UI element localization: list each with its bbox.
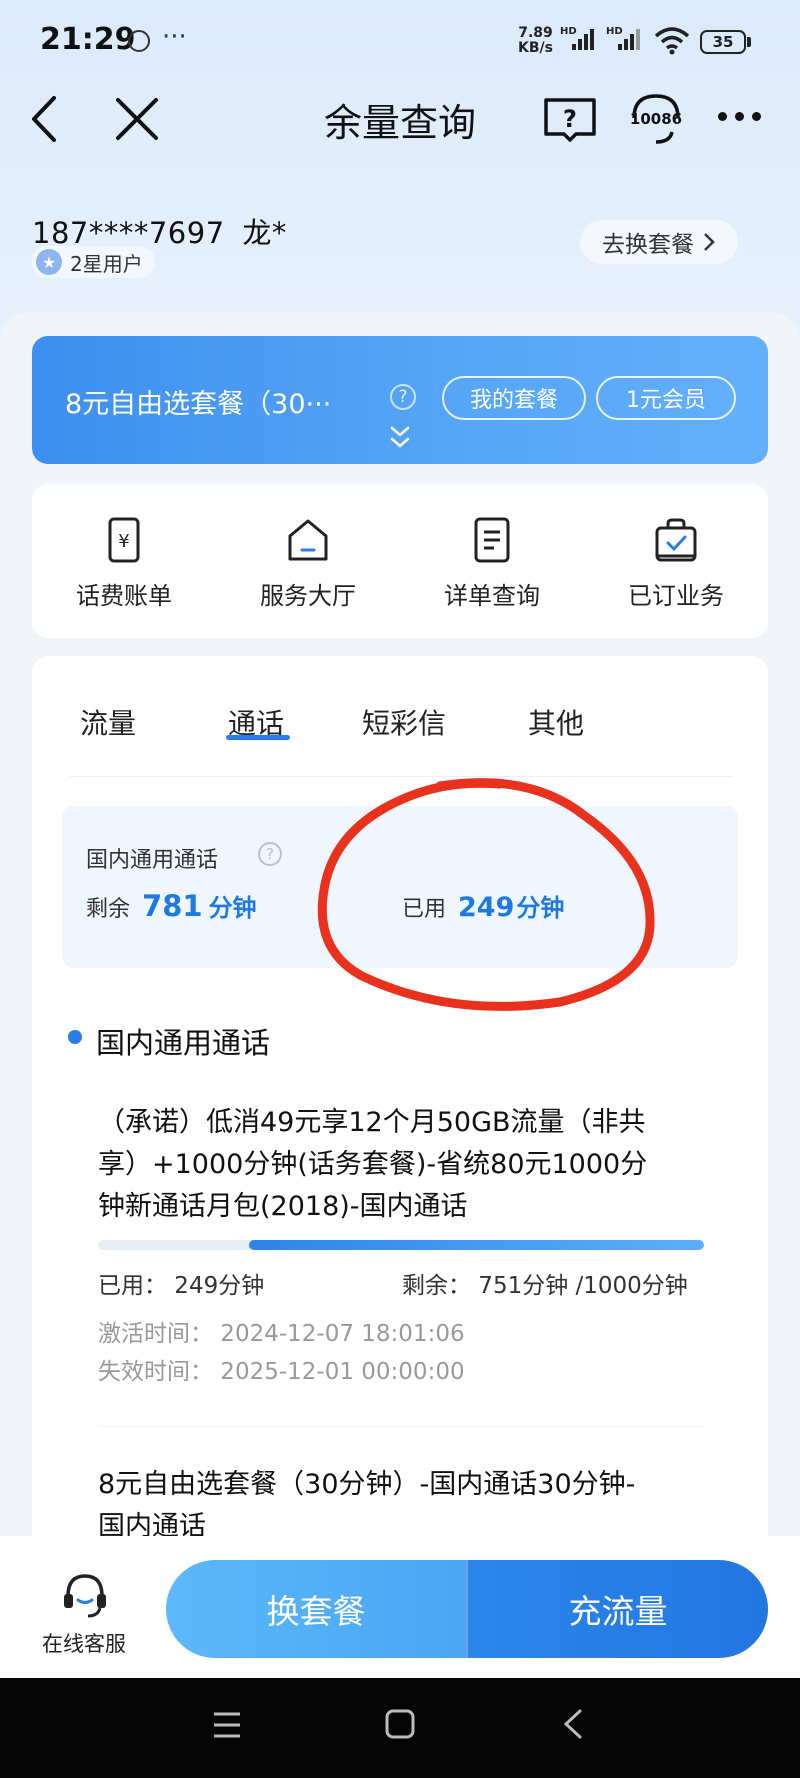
back-nav-icon[interactable] [560, 1708, 586, 1740]
member-label: 1元会员 [626, 388, 706, 413]
quick-action-label: 已订业务 [628, 582, 724, 610]
hotline-number: 10086 [629, 110, 683, 128]
remaining-value: 781 [142, 889, 203, 923]
net-speed: 7.89 KB/s [518, 26, 553, 56]
change-plan-link[interactable]: 去换套餐 [580, 220, 738, 264]
user-level-badge: ★ 2星用户 [32, 246, 155, 278]
tab-data[interactable]: 流量 [80, 702, 136, 742]
plan-help-icon[interactable]: ? [390, 384, 416, 410]
quick-action-details[interactable]: 详单查询 [400, 484, 584, 638]
quick-action-label: 详单查询 [444, 582, 540, 610]
cta-group: 换套餐 充流量 [166, 1560, 768, 1658]
battery-icon: 35 [700, 30, 746, 54]
section-title: 国内通用通话 [96, 1026, 271, 1060]
status-time: 21:29 [40, 22, 136, 57]
user-level: 2星用户 [70, 251, 143, 276]
package-1-line-1: （承诺）低消49元享12个月50GB流量（非共 [98, 1107, 646, 1138]
user-name: 龙* [242, 216, 287, 250]
more-icon[interactable] [718, 112, 761, 121]
change-plan-button-label: 换套餐 [266, 1592, 366, 1631]
battery-tip [747, 37, 751, 47]
signal-1-icon: HD [560, 26, 594, 50]
quick-action-bill[interactable]: ¥ 话费账单 [32, 484, 216, 638]
package-1-used: 已用： 249分钟 [98, 1273, 265, 1299]
package-1-line-2: 享）+1000分钟(话务套餐)-省统80元1000分 [98, 1149, 648, 1180]
package-2-line-1: 8元自由选套餐（30分钟）-国内通话30分钟- [98, 1469, 636, 1500]
subscribed-icon [655, 518, 697, 562]
wifi-icon [654, 27, 690, 55]
status-more-icon: ··· [162, 22, 187, 52]
tab-other[interactable]: 其他 [528, 702, 584, 742]
top-up-data-button[interactable]: 充流量 [466, 1560, 768, 1658]
star-icon: ★ [36, 249, 62, 275]
active-tab-indicator [226, 735, 290, 740]
system-nav-bar [0, 1678, 800, 1778]
quick-action-label: 话费账单 [76, 582, 172, 610]
quick-action-subscribed[interactable]: 已订业务 [584, 484, 768, 638]
annotation-circle [317, 778, 655, 1011]
package-1-expiry: 失效时间： 2025-12-01 00:00:00 [98, 1359, 465, 1385]
svg-text:¥: ¥ [118, 531, 129, 552]
quick-action-service-hall[interactable]: 服务大厅 [216, 484, 400, 638]
signal-2-icon: HD [606, 26, 640, 50]
remaining-label: 剩余 [86, 897, 131, 922]
change-plan-button[interactable]: 换套餐 [166, 1560, 466, 1658]
svg-text:?: ? [563, 105, 577, 133]
net-speed-unit: KB/s [518, 40, 553, 56]
member-button[interactable]: 1元会员 [596, 376, 736, 420]
package-1-activation: 激活时间： 2024-12-07 18:01:06 [98, 1321, 465, 1347]
package-1-description: （承诺）低消49元享12个月50GB流量（非共 享）+1000分钟(话务套餐)-… [98, 1102, 708, 1228]
net-speed-value: 7.89 [518, 25, 553, 41]
plan-name: 8元自由选套餐（30··· [65, 389, 332, 420]
package-1-remaining: 剩余： 751分钟 /1000分钟 [402, 1273, 688, 1299]
remaining-unit: 分钟 [208, 894, 257, 922]
package-1-line-3: 钟新通话月包(2018)-国内通话 [98, 1191, 468, 1222]
my-plan-label: 我的套餐 [469, 388, 558, 413]
quick-action-label: 服务大厅 [260, 582, 356, 610]
change-plan-label: 去换套餐 [602, 232, 694, 258]
chevron-right-icon [704, 233, 715, 251]
summary-help-icon[interactable]: ? [258, 842, 282, 866]
package-1-progress [98, 1240, 704, 1250]
hotline-button[interactable]: 10086 [626, 92, 686, 148]
my-plan-button[interactable]: 我的套餐 [442, 376, 586, 420]
help-book-icon[interactable]: ? [542, 96, 598, 142]
package-1-progress-fill [248, 1240, 704, 1250]
battery-level: 35 [712, 33, 734, 51]
status-bar: 21:29 ··· 7.89 KB/s HD HD 35 [0, 0, 800, 80]
top-up-data-label: 充流量 [568, 1592, 668, 1631]
list-icon [474, 517, 510, 563]
summary-remaining: 剩余 781 分钟 [86, 888, 257, 923]
bill-icon: ¥ [108, 517, 140, 563]
expand-chevron-icon[interactable] [388, 424, 412, 452]
quick-actions-card: ¥ 话费账单 服务大厅 详单查询 已订业务 [32, 484, 768, 638]
user-phone: 187****7697 [32, 216, 225, 250]
home-icon [288, 519, 328, 561]
summary-title: 国内通用通话 [86, 848, 219, 873]
menu-icon[interactable] [212, 1710, 242, 1740]
customer-service-label[interactable]: 在线客服 [40, 1628, 128, 1658]
home-nav-icon[interactable] [384, 1708, 416, 1740]
tab-sms[interactable]: 短彩信 [362, 702, 446, 742]
notification-icon [128, 30, 150, 52]
section-bullet [68, 1030, 82, 1044]
customer-service-icon[interactable] [60, 1570, 110, 1620]
package-divider [98, 1426, 704, 1427]
